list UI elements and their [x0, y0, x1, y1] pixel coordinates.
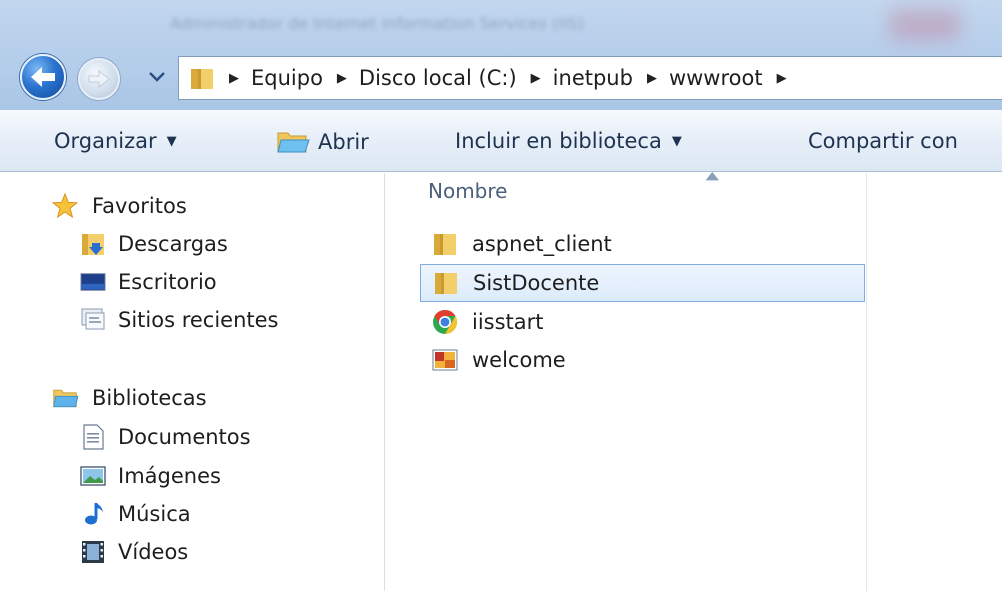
desktop-icon	[80, 269, 106, 295]
breadcrumb-separator[interactable]: ▶	[777, 71, 787, 86]
breadcrumb-separator[interactable]: ▶	[531, 71, 541, 86]
file-row-iisstart[interactable]: iisstart	[420, 303, 865, 341]
organize-label: Organizar	[54, 129, 157, 153]
breadcrumb-equipo[interactable]: Equipo	[251, 66, 323, 90]
back-button[interactable]	[20, 54, 66, 100]
sidebar-item-label: Favoritos	[92, 194, 187, 218]
share-with-label: Compartir con	[808, 129, 958, 153]
forward-arrow-icon	[88, 70, 110, 88]
sidebar-item-label: Música	[118, 502, 191, 526]
sidebar-item-label: Escritorio	[118, 270, 217, 294]
sidebar-item-label: Vídeos	[118, 540, 189, 564]
dropdown-arrow-icon: ▼	[166, 133, 177, 149]
sidebar-item-sitios-recientes[interactable]: Sitios recientes	[80, 307, 279, 333]
file-name: aspnet_client	[472, 232, 612, 256]
sidebar-item-label: Bibliotecas	[92, 386, 207, 410]
downloads-folder-icon	[80, 231, 106, 257]
title-bar-glare	[890, 10, 960, 40]
sidebar-item-documentos[interactable]: Documentos	[80, 424, 251, 450]
recent-locations-button[interactable]	[146, 66, 168, 88]
open-folder-icon	[277, 132, 310, 153]
column-divider[interactable]	[866, 173, 867, 591]
sidebar-item-label: Descargas	[118, 232, 228, 256]
window-titlebar: Administrador de Internet Information Se…	[0, 0, 1002, 110]
include-in-library-button[interactable]: Incluir en biblioteca ▼	[455, 129, 682, 153]
folder-icon	[432, 231, 458, 257]
chevron-down-icon	[149, 72, 165, 82]
breadcrumb-inetpub[interactable]: inetpub	[553, 66, 633, 90]
sidebar-item-label: Sitios recientes	[118, 308, 279, 332]
organize-button[interactable]: Organizar ▼	[54, 129, 177, 153]
column-header-nombre[interactable]: Nombre	[428, 179, 507, 203]
video-film-icon	[80, 539, 106, 565]
sidebar-item-label: Documentos	[118, 425, 251, 449]
command-bar: Organizar ▼ Abrir Incluir en biblioteca …	[0, 110, 1002, 172]
star-icon	[52, 192, 78, 219]
library-icon	[52, 385, 78, 411]
file-name: welcome	[472, 348, 566, 372]
file-row-aspnet-client[interactable]: aspnet_client	[420, 225, 865, 263]
music-note-icon	[80, 501, 106, 527]
sidebar-item-imagenes[interactable]: Imágenes	[80, 463, 221, 489]
open-label: Abrir	[318, 130, 369, 154]
forward-button[interactable]	[78, 58, 120, 100]
breadcrumb-separator[interactable]: ▶	[229, 71, 239, 86]
sidebar-item-favoritos[interactable]: Favoritos	[52, 192, 187, 219]
sidebar-item-descargas[interactable]: Descargas	[80, 231, 228, 257]
breadcrumb-disco-local[interactable]: Disco local (C:)	[359, 66, 517, 90]
image-file-icon	[432, 347, 458, 373]
chrome-icon	[432, 309, 458, 335]
window-title: Administrador de Internet Information Se…	[170, 14, 585, 33]
picture-icon	[80, 463, 106, 489]
sidebar-item-label: Imágenes	[118, 464, 221, 488]
sidebar-item-bibliotecas[interactable]: Bibliotecas	[52, 385, 207, 411]
breadcrumb-separator[interactable]: ▶	[647, 71, 657, 86]
folder-icon	[433, 270, 459, 296]
folder-icon	[191, 69, 213, 89]
dropdown-arrow-icon: ▼	[671, 133, 682, 149]
breadcrumb-separator[interactable]: ▶	[337, 71, 347, 86]
open-button[interactable]: Abrir	[276, 129, 369, 155]
share-with-button[interactable]: Compartir con	[808, 129, 958, 153]
breadcrumb-wwwroot[interactable]: wwwroot	[669, 66, 763, 90]
sidebar-item-musica[interactable]: Música	[80, 501, 191, 527]
file-row-welcome[interactable]: welcome	[420, 341, 865, 379]
document-icon	[80, 424, 106, 450]
file-list-pane: ▲ Nombre aspnet_client SistDocente iisst…	[386, 169, 1002, 591]
file-name: iisstart	[472, 310, 544, 334]
back-arrow-icon	[31, 67, 55, 87]
sidebar-item-escritorio[interactable]: Escritorio	[80, 269, 217, 295]
sort-ascending-icon: ▲	[705, 169, 720, 182]
recent-places-icon	[80, 307, 106, 333]
include-in-library-label: Incluir en biblioteca	[455, 129, 662, 153]
sidebar-item-videos[interactable]: Vídeos	[80, 539, 188, 565]
file-name: SistDocente	[473, 271, 600, 295]
address-bar[interactable]: ▶ Equipo ▶ Disco local (C:) ▶ inetpub ▶ …	[178, 56, 1002, 100]
navigation-pane: Favoritos Descargas Escritorio Sitios re…	[0, 173, 385, 591]
file-row-sistdocente[interactable]: SistDocente	[420, 264, 865, 302]
